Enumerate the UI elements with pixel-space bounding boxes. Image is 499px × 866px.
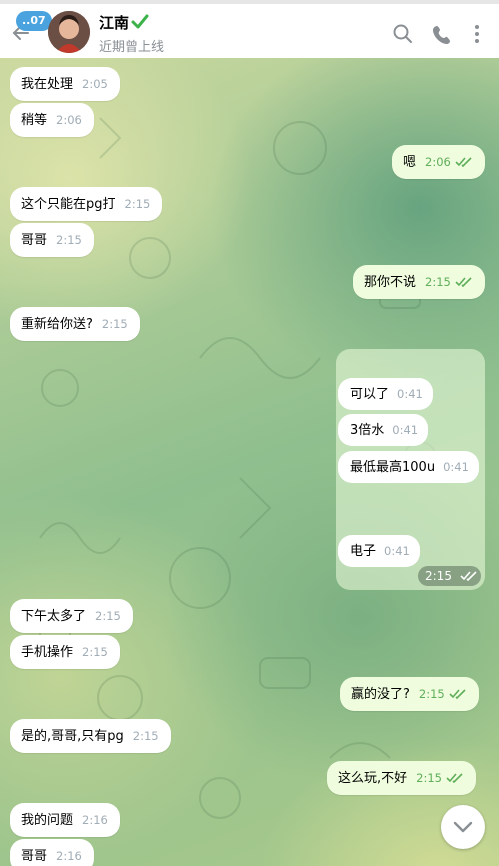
- double-check-icon: [446, 773, 463, 783]
- unread-badge[interactable]: ..07: [16, 11, 52, 31]
- avatar[interactable]: [48, 11, 90, 53]
- phone-icon[interactable]: [432, 23, 454, 45]
- message-bubble-incoming[interactable]: 是的,哥哥,只有pg 2:15: [10, 719, 171, 753]
- message-bubble-outgoing[interactable]: 赢的没了? 2:15: [340, 677, 479, 711]
- album-message[interactable]: 最低最高100u 0:41: [338, 451, 479, 483]
- album-message[interactable]: 电子 0:41: [338, 535, 420, 567]
- double-check-icon: [460, 571, 477, 581]
- last-seen-status: 近期曾上线: [99, 40, 165, 55]
- double-check-icon: [455, 157, 472, 167]
- search-icon[interactable]: [392, 23, 414, 45]
- message-bubble-incoming[interactable]: 手机操作 2:15: [10, 635, 120, 669]
- double-check-icon: [455, 277, 472, 287]
- scroll-to-bottom-button[interactable]: [441, 805, 485, 849]
- message-bubble-incoming[interactable]: 我在处理 2:05: [10, 67, 120, 101]
- album-timestamp: 2:15: [418, 566, 481, 586]
- verified-check-icon: [131, 14, 149, 30]
- message-bubble-incoming[interactable]: 这个只能在pg打 2:15: [10, 187, 163, 221]
- more-vertical-icon[interactable]: [466, 23, 488, 45]
- chevron-down-icon: [453, 821, 473, 833]
- album-message[interactable]: 3倍水 0:41: [338, 414, 429, 446]
- double-check-icon: [449, 689, 466, 699]
- message-bubble-incoming[interactable]: 重新给你送? 2:15: [10, 307, 140, 341]
- message-bubble-incoming[interactable]: 下午太多了 2:15: [10, 599, 133, 633]
- message-bubble-outgoing[interactable]: 嗯 2:06: [392, 145, 485, 179]
- message-bubble-outgoing[interactable]: 那你不说 2:15: [353, 265, 485, 299]
- message-bubble-incoming[interactable]: 哥哥 2:16: [10, 839, 94, 866]
- message-bubble-incoming[interactable]: 我的问题 2:16: [10, 803, 120, 837]
- message-bubble-incoming[interactable]: 稍等 2:06: [10, 103, 94, 137]
- chat-title[interactable]: 江南: [99, 12, 129, 33]
- chat-header: ..07 江南 近期曾上线: [0, 0, 499, 58]
- album-message[interactable]: 可以了 0:41: [338, 378, 433, 410]
- message-bubble-incoming[interactable]: 哥哥 2:15: [10, 223, 94, 257]
- message-bubble-outgoing[interactable]: 这么玩,不好 2:15: [327, 761, 476, 795]
